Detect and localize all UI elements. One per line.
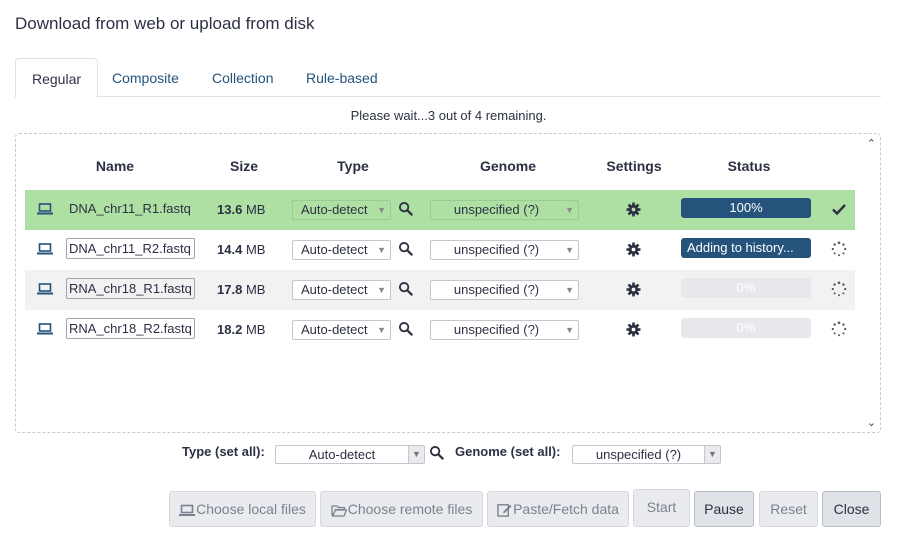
tab-bar: Regular Composite Collection Rule-based — [15, 58, 881, 98]
laptop-icon — [179, 504, 196, 516]
type-select[interactable]: Auto-detect ▼ — [292, 320, 391, 340]
column-header-size: Size — [229, 158, 258, 174]
type-set-all-select[interactable]: Auto-detect ▼ — [275, 445, 425, 464]
chevron-down-icon: ▼ — [377, 325, 386, 335]
gear-icon[interactable] — [626, 242, 641, 257]
search-icon[interactable] — [398, 241, 413, 256]
start-button[interactable]: Start — [633, 489, 690, 527]
spinner-icon — [831, 241, 847, 257]
dialog-title: Download from web or upload from disk — [15, 14, 315, 33]
column-header-status: Status — [727, 158, 771, 174]
gear-icon[interactable] — [626, 202, 641, 217]
laptop-icon — [37, 323, 53, 335]
chevron-down-icon: ▼ — [565, 205, 574, 215]
search-icon[interactable] — [429, 445, 444, 460]
column-header-type: Type — [337, 158, 369, 174]
laptop-icon — [37, 203, 53, 215]
table-row: DNA_chr11_R2.fastq 14.4 MB Auto-detect ▼ … — [25, 230, 855, 270]
chevron-down-icon: ▼ — [377, 285, 386, 295]
close-button[interactable]: Close — [822, 491, 881, 527]
gear-icon[interactable] — [626, 322, 641, 337]
tab-rule-based[interactable]: Rule-based — [290, 58, 394, 97]
chevron-down-icon: ▼ — [565, 285, 574, 295]
laptop-icon — [37, 243, 53, 255]
spinner-icon — [831, 281, 847, 297]
type-set-all-label: Type (set all): — [182, 444, 265, 459]
upload-status-message: Please wait...3 out of 4 remaining. — [350, 108, 547, 123]
column-header-genome: Genome — [479, 158, 536, 174]
choose-local-files-button[interactable]: Choose local files — [169, 491, 316, 527]
type-select[interactable]: Auto-detect ▼ — [292, 280, 391, 300]
column-header-name: Name — [95, 158, 135, 174]
reset-button[interactable]: Reset — [759, 491, 818, 527]
choose-remote-files-button[interactable]: Choose remote files — [320, 491, 483, 527]
search-icon[interactable] — [398, 281, 413, 296]
scroll-down-icon[interactable]: ⌄ — [867, 416, 876, 429]
table-row: DNA_chr11_R1.fastq 13.6 MB Auto-detect ▼ … — [25, 190, 855, 230]
chevron-down-icon: ▼ — [377, 245, 386, 255]
column-header-settings: Settings — [606, 158, 662, 174]
genome-set-all-select[interactable]: unspecified (?) ▼ — [572, 445, 721, 464]
laptop-icon — [37, 283, 53, 295]
gear-icon[interactable] — [626, 282, 641, 297]
genome-select[interactable]: unspecified (?) ▼ — [430, 240, 579, 260]
type-select[interactable]: Auto-detect ▼ — [292, 240, 391, 260]
file-name-input[interactable]: DNA_chr11_R1.fastq — [66, 198, 195, 219]
file-name-input[interactable]: RNA_chr18_R1.fastq — [66, 278, 195, 299]
genome-select[interactable]: unspecified (?) ▼ — [430, 320, 579, 340]
tab-composite[interactable]: Composite — [96, 58, 195, 97]
genome-select[interactable]: unspecified (?) ▼ — [430, 200, 579, 220]
upload-progress-bar: Adding to history... — [681, 238, 811, 258]
chevron-down-icon: ▼ — [377, 205, 386, 215]
genome-select[interactable]: unspecified (?) ▼ — [430, 280, 579, 300]
scroll-up-icon[interactable]: ⌃ — [867, 137, 876, 150]
genome-set-all-label: Genome (set all): — [455, 444, 561, 459]
upload-progress-bar: 0% — [681, 278, 811, 298]
file-size: 17.8 MB — [217, 282, 266, 297]
paste-fetch-data-button[interactable]: Paste/Fetch data — [487, 491, 629, 527]
chevron-down-icon: ▼ — [704, 446, 720, 463]
chevron-down-icon: ▼ — [408, 446, 424, 463]
type-select[interactable]: Auto-detect ▼ — [292, 200, 391, 220]
upload-progress-bar: 0% — [681, 318, 811, 338]
file-size: 14.4 MB — [217, 242, 266, 257]
file-size: 18.2 MB — [217, 322, 266, 337]
file-name-input[interactable]: DNA_chr11_R2.fastq — [66, 238, 195, 259]
search-icon[interactable] — [398, 321, 413, 336]
table-row: RNA_chr18_R2.fastq 18.2 MB Auto-detect ▼ … — [25, 310, 855, 350]
pause-button[interactable]: Pause — [694, 491, 754, 527]
tab-regular[interactable]: Regular — [15, 58, 99, 98]
table-row: RNA_chr18_R1.fastq 17.8 MB Auto-detect ▼ … — [25, 270, 855, 310]
upload-progress-bar: 100% — [681, 198, 811, 218]
file-size: 13.6 MB — [217, 202, 266, 217]
edit-icon — [497, 504, 512, 517]
folder-open-icon — [331, 505, 347, 517]
file-name-input[interactable]: RNA_chr18_R2.fastq — [66, 318, 195, 339]
check-icon — [832, 204, 846, 216]
chevron-down-icon: ▼ — [565, 325, 574, 335]
spinner-icon — [831, 321, 847, 337]
search-icon[interactable] — [398, 201, 413, 216]
tab-collection[interactable]: Collection — [196, 58, 289, 97]
chevron-down-icon: ▼ — [565, 245, 574, 255]
